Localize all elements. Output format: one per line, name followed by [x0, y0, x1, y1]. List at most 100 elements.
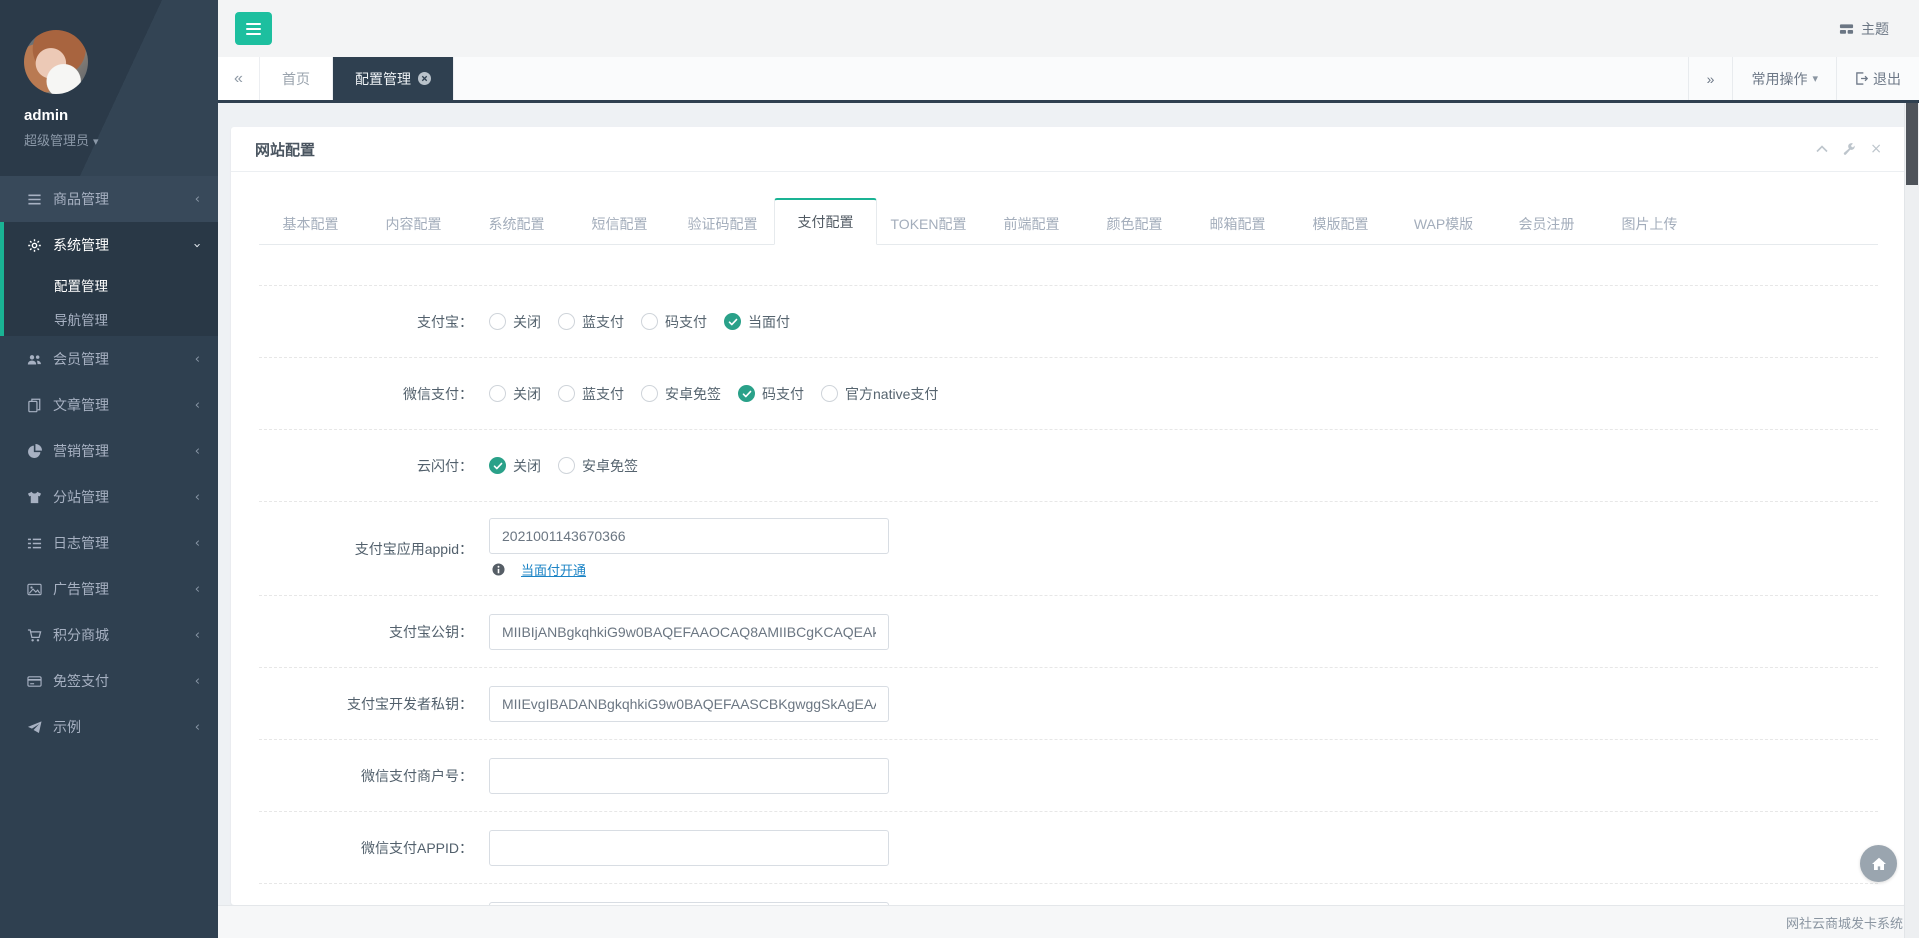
- tabs-scroll-right-button[interactable]: »: [1688, 57, 1733, 100]
- config-tab-13[interactable]: 图片上传: [1598, 204, 1701, 244]
- copy-icon: [25, 398, 43, 413]
- collapse-panel-icon[interactable]: [1816, 143, 1828, 155]
- avatar[interactable]: [24, 30, 88, 94]
- image-icon: [25, 582, 43, 597]
- wechat-mode-option-0[interactable]: 关闭: [489, 384, 541, 404]
- sidebar-item-label: 商品管理: [53, 189, 195, 209]
- config-tab-6[interactable]: TOKEN配置: [877, 204, 980, 244]
- config-tab-3[interactable]: 短信配置: [568, 204, 671, 244]
- config-tab-11[interactable]: WAP模版: [1392, 204, 1495, 244]
- wechat-appid-label: 微信支付APPID：: [259, 838, 489, 858]
- theme-label: 主题: [1861, 19, 1889, 39]
- config-tab-12[interactable]: 会员注册: [1495, 204, 1598, 244]
- wechat-merchant-id-input[interactable]: [489, 758, 889, 794]
- theme-switcher[interactable]: 主题: [1839, 19, 1889, 39]
- sidebar-item-points-mall[interactable]: 积分商城‹: [0, 612, 218, 658]
- unionpay-mode-option-0[interactable]: 关闭: [489, 456, 541, 476]
- sidebar-item-logs[interactable]: 日志管理‹: [0, 520, 218, 566]
- sidebar-item-nosign-pay[interactable]: 免签支付‹: [0, 658, 218, 704]
- panel-body: 基本配置内容配置系统配置短信配置验证码配置支付配置TOKEN配置前端配置颜色配置…: [231, 172, 1906, 905]
- tshirt-icon: [25, 490, 43, 505]
- info-icon: [489, 563, 507, 576]
- chevron-left-icon: ‹: [195, 582, 200, 597]
- sidebar-toggle-button[interactable]: [235, 12, 272, 45]
- wechat-mode-option-1[interactable]: 蓝支付: [558, 384, 624, 404]
- sidebar-item-label: 系统管理: [53, 235, 195, 255]
- paper-plane-icon: [25, 720, 43, 735]
- radio-icon: [489, 313, 506, 330]
- alipay-mode-option-1[interactable]: 蓝支付: [558, 312, 624, 332]
- window-tab-label: 首页: [282, 69, 310, 89]
- sidebar-item-example[interactable]: 示例‹: [0, 704, 218, 750]
- config-tab-1[interactable]: 内容配置: [362, 204, 465, 244]
- alipay-mode-option-3[interactable]: 当面付: [724, 312, 790, 332]
- logout-button[interactable]: 退出: [1836, 57, 1919, 100]
- unionpay-mode-option-1[interactable]: 安卓免签: [558, 456, 638, 476]
- sidebar-item-substations[interactable]: 分站管理‹: [0, 474, 218, 520]
- config-tab-9[interactable]: 邮箱配置: [1186, 204, 1289, 244]
- quick-actions-dropdown[interactable]: 常用操作▾: [1732, 57, 1836, 100]
- form-row-alipay-public-key: 支付宝公钥：: [259, 595, 1878, 667]
- user-role[interactable]: 超级管理员▾: [24, 130, 194, 149]
- radio-label: 关闭: [513, 312, 541, 332]
- chevron-left-icon: ‹: [195, 490, 200, 505]
- sidebar-nav: 商品管理‹系统管理‹配置管理导航管理会员管理‹文章管理‹营销管理‹分站管理‹日志…: [0, 176, 218, 750]
- window-tab-config[interactable]: 配置管理: [333, 57, 454, 100]
- sidebar-item-marketing[interactable]: 营销管理‹: [0, 428, 218, 474]
- credit-card-icon: [25, 674, 43, 689]
- theme-icon: [1839, 23, 1854, 35]
- sidebar-item-members[interactable]: 会员管理‹: [0, 336, 218, 382]
- window-tab-home[interactable]: 首页: [260, 57, 333, 100]
- chevron-down-icon: ‹: [190, 242, 205, 247]
- alipay-appid-help-link[interactable]: 当面付开通: [521, 560, 586, 579]
- config-tab-8[interactable]: 颜色配置: [1083, 204, 1186, 244]
- sidebar-item-articles[interactable]: 文章管理‹: [0, 382, 218, 428]
- config-tab-10[interactable]: 模版配置: [1289, 204, 1392, 244]
- tabs-scroll-left-button[interactable]: «: [218, 57, 260, 100]
- radio-label: 关闭: [513, 384, 541, 404]
- config-tab-5[interactable]: 支付配置: [774, 198, 877, 245]
- alipay-public-key-input[interactable]: [489, 614, 889, 650]
- radio-icon: [821, 385, 838, 402]
- radio-checked-icon: [489, 457, 506, 474]
- scrollbar-thumb[interactable]: [1906, 103, 1918, 185]
- top-toolbar: 主题: [218, 0, 1919, 57]
- close-panel-icon[interactable]: ×: [1870, 142, 1882, 156]
- cart-icon: [25, 628, 43, 643]
- gear-icon: [25, 238, 43, 253]
- vertical-scrollbar[interactable]: [1904, 103, 1919, 938]
- alipay-mode-option-0[interactable]: 关闭: [489, 312, 541, 332]
- radio-label: 关闭: [513, 456, 541, 476]
- wechat-mode-option-4[interactable]: 官方native支付: [821, 384, 938, 404]
- logout-icon: [1855, 72, 1868, 85]
- config-tab-2[interactable]: 系统配置: [465, 204, 568, 244]
- alipay-mode-label: 支付宝：: [259, 312, 489, 332]
- alipay-appid-label: 支付宝应用appid：: [259, 539, 489, 559]
- bars-icon: [25, 192, 43, 207]
- wrench-icon[interactable]: [1843, 143, 1855, 155]
- sidebar-item-goods[interactable]: 商品管理‹: [0, 176, 218, 222]
- alipay-private-key-input[interactable]: [489, 686, 889, 722]
- alipay-mode-option-2[interactable]: 码支付: [641, 312, 707, 332]
- sidebar-item-ads[interactable]: 广告管理‹: [0, 566, 218, 612]
- wechat-mode-option-2[interactable]: 安卓免签: [641, 384, 721, 404]
- sidebar-subitem-nav[interactable]: 导航管理: [4, 302, 218, 336]
- tab-bar: « 首页 配置管理 » 常用操作▾ 退出: [218, 57, 1919, 103]
- wechat-appid-input[interactable]: [489, 830, 889, 866]
- radio-label: 码支付: [762, 384, 804, 404]
- back-to-home-button[interactable]: [1860, 845, 1897, 882]
- config-tab-0[interactable]: 基本配置: [259, 204, 362, 244]
- tab-close-icon: [418, 72, 431, 85]
- alipay-appid-input[interactable]: [489, 518, 889, 554]
- chevron-left-icon: ‹: [195, 536, 200, 551]
- config-tab-4[interactable]: 验证码配置: [671, 204, 774, 244]
- footer-text: 网社云商城发卡系统: [1786, 913, 1903, 932]
- config-tab-7[interactable]: 前端配置: [980, 204, 1083, 244]
- wechat-mode-option-3[interactable]: 码支付: [738, 384, 804, 404]
- sidebar-subitem-config[interactable]: 配置管理: [4, 268, 218, 302]
- user-profile: admin 超级管理员▾: [0, 0, 218, 176]
- chevron-left-icon: ‹: [195, 628, 200, 643]
- alipay-private-key-label: 支付宝开发者私钥：: [259, 694, 489, 714]
- sidebar-item-system[interactable]: 系统管理‹: [4, 222, 218, 268]
- home-icon: [1871, 857, 1887, 871]
